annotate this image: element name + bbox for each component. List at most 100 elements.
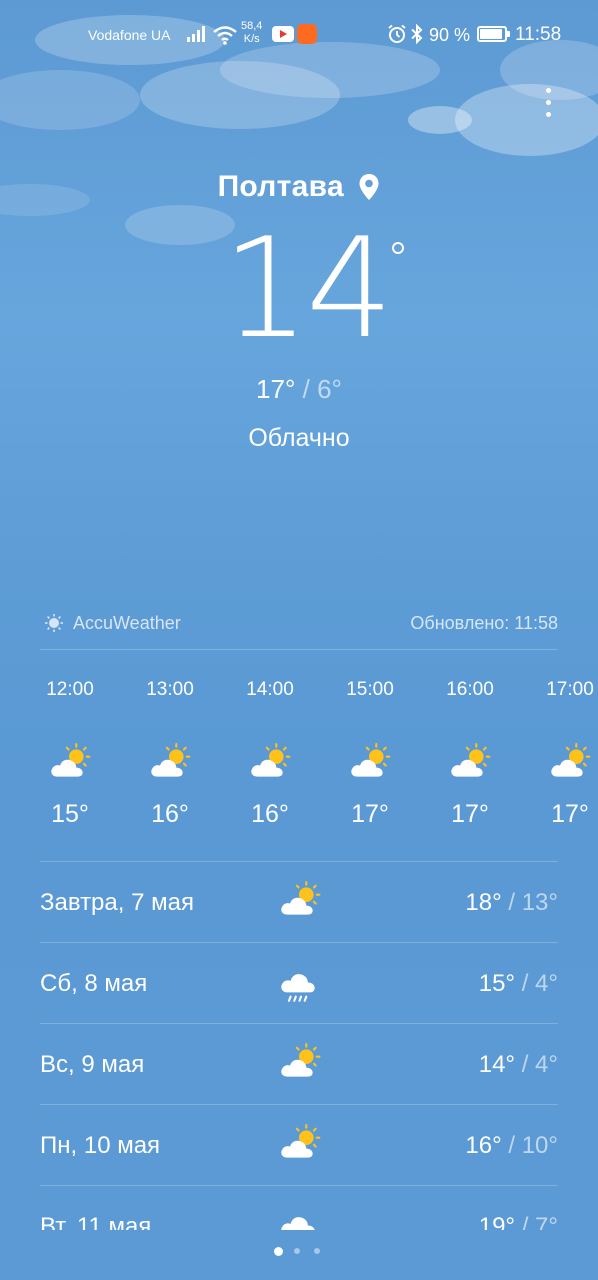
day-label: Вт, 11 мая (40, 1213, 152, 1230)
carrier-name: Vodafone UA (88, 27, 171, 43)
day-weather-icon (278, 880, 322, 929)
hour-weather-icon (420, 742, 520, 786)
hour-temperature: 16° (151, 800, 189, 828)
hour-time: 16:00 (446, 679, 494, 700)
current-temperature-value: 14 (222, 208, 394, 369)
mi-icon (297, 24, 317, 44)
day-label: Завтра, 7 мая (40, 889, 194, 916)
battery-percent: 90 % (429, 25, 471, 45)
battery-icon (477, 26, 510, 42)
day-high-low: 18° / 13° (465, 889, 558, 917)
day-low: 7° (535, 1213, 558, 1230)
hour-temperature: 17° (551, 800, 589, 828)
hourly-item: 13:00 16° (120, 670, 220, 829)
hour-temperature: 16° (251, 800, 289, 828)
today-high-low: 17° / 6° (0, 374, 598, 405)
today-high: 17° (256, 374, 296, 404)
status-bar: Vodafone UA 58,4 K/s 90 % 11:58 (0, 0, 598, 70)
daily-row[interactable]: Пн, 10 мая 16° / 10° (40, 1105, 558, 1186)
day-high: 18° (465, 889, 502, 916)
hour-time: 14:00 (246, 679, 294, 700)
partly-sunny-icon (451, 743, 491, 777)
bluetooth-icon (411, 24, 423, 44)
hourly-item: 17:00 17° (520, 670, 598, 829)
clock-time: 11:58 (515, 24, 562, 45)
hourly-item: 12:00 15° (20, 670, 120, 829)
hour-time: 12:00 (46, 679, 94, 700)
daily-forecast[interactable]: Завтра, 7 мая 18° / 13° Сб, 8 мая 15° / … (40, 862, 558, 1230)
current-temperature: 14 (222, 214, 422, 364)
day-high: 15° (478, 970, 516, 997)
partly-sunny-icon (281, 881, 321, 915)
hour-weather-icon (20, 742, 120, 786)
partly-sunny-icon (151, 743, 191, 777)
accuweather-sun-icon (45, 614, 63, 632)
day-low: 4° (535, 970, 558, 997)
daily-row[interactable]: Вс, 9 мая 14° / 4° (40, 1024, 558, 1105)
divider (40, 649, 558, 650)
weather-condition: Облачно (248, 424, 350, 452)
high-low-separator: / (302, 374, 310, 404)
day-weather-icon (278, 1042, 322, 1091)
partly-sunny-icon (281, 1043, 321, 1077)
day-high-low: 16° / 10° (465, 1132, 558, 1160)
partly-sunny-icon (51, 743, 91, 777)
high-low-separator: / (521, 1051, 529, 1078)
today-low: 6° (317, 374, 342, 404)
hour-time: 13:00 (146, 679, 194, 700)
day-weather-icon (278, 961, 322, 1010)
cloud-icon (281, 1217, 315, 1230)
provider-name[interactable]: AccuWeather (73, 613, 181, 634)
day-weather-icon (278, 1123, 322, 1172)
signal-icon (187, 26, 205, 42)
day-high: 14° (478, 1051, 516, 1078)
location-pin-icon[interactable] (358, 173, 380, 201)
last-updated: Обновлено: 11:58 (410, 613, 558, 633)
day-label: Сб, 8 мая (40, 970, 148, 997)
high-low-separator: / (508, 1132, 516, 1159)
day-high: 16° (465, 1132, 502, 1159)
day-label: Вс, 9 мая (40, 1051, 145, 1078)
hourly-item: 14:00 16° (220, 670, 320, 829)
day-low: 13° (521, 889, 558, 916)
day-high-low: 14° / 4° (479, 1051, 558, 1079)
wifi-icon (213, 26, 237, 45)
daily-row[interactable]: Завтра, 7 мая 18° / 13° (40, 862, 558, 943)
day-weather-icon (278, 1204, 322, 1230)
provider-row: AccuWeather Обновлено: 11:58 (40, 611, 558, 635)
hour-time: 15:00 (346, 679, 394, 700)
hour-weather-icon (220, 742, 320, 786)
partly-sunny-icon (251, 743, 291, 777)
hour-weather-icon (520, 742, 598, 786)
network-speed: 58,4 K/s (241, 20, 263, 45)
page-indicator[interactable] (272, 1247, 328, 1258)
youtube-icon (272, 26, 294, 42)
partly-sunny-icon (351, 743, 391, 777)
day-high-low: 19° / 7° (479, 1213, 558, 1230)
hour-weather-icon (120, 742, 220, 786)
day-low: 4° (535, 1051, 558, 1078)
daily-row[interactable]: Вт, 11 мая 19° / 7° (40, 1186, 558, 1230)
partly-sunny-icon (551, 743, 591, 777)
page-dot[interactable] (274, 1247, 283, 1256)
hour-weather-icon (320, 742, 420, 786)
location-header[interactable]: Полтава (0, 170, 598, 204)
day-low: 10° (521, 1132, 558, 1159)
high-low-separator: / (521, 970, 529, 997)
high-low-separator: / (508, 889, 516, 916)
daily-row[interactable]: Сб, 8 мая 15° / 4° (40, 943, 558, 1024)
alarm-icon (388, 24, 406, 43)
partly-sunny-icon (281, 1124, 321, 1158)
hour-time: 17:00 (546, 679, 594, 700)
day-label: Пн, 10 мая (40, 1132, 161, 1159)
day-high: 19° (478, 1213, 516, 1230)
rain-icon (281, 974, 315, 1002)
hourly-item: 16:00 17° (420, 670, 520, 829)
more-options-icon[interactable] (536, 86, 560, 122)
high-low-separator: / (521, 1213, 529, 1230)
page-dot[interactable] (294, 1248, 300, 1254)
hourly-forecast[interactable]: 12:00 15° 13:00 16° 14:00 16° 15:00 17° … (0, 670, 598, 850)
day-high-low: 15° / 4° (479, 970, 558, 998)
city-name[interactable]: Полтава (218, 170, 344, 203)
page-dot[interactable] (314, 1248, 320, 1254)
